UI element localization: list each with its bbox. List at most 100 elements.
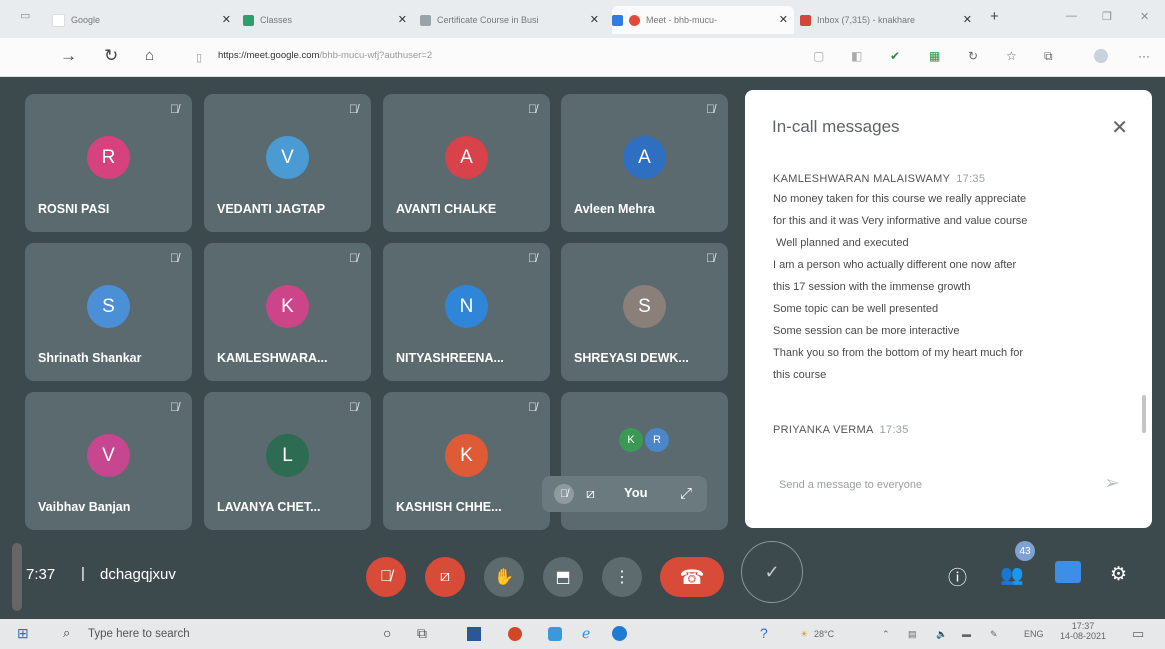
address-bar[interactable]: https://meet.google.com/bhb-mucu-wfj?aut… [218, 50, 432, 61]
participant-tile[interactable]: 🎙̸ K KAMLESHWARA... [204, 243, 371, 381]
back-icon[interactable]: → [60, 46, 77, 66]
powerpoint-icon[interactable] [508, 627, 522, 641]
word-icon[interactable] [467, 627, 481, 641]
send-icon[interactable]: ➢ [1104, 472, 1120, 495]
participant-tile[interactable]: 🎙̸ S Shrinath Shankar [25, 243, 192, 381]
task-view-icon[interactable]: ⧉ [417, 625, 427, 642]
close-tab-icon[interactable]: ✕ [398, 13, 407, 26]
raise-hand-button[interactable]: ✋ [484, 557, 524, 597]
more-menu-icon[interactable]: ··· [1138, 49, 1150, 63]
tab-certificate-course[interactable]: Certificate Course in Busi ✕ [420, 6, 605, 34]
participant-name: Shrinath Shankar [38, 351, 142, 365]
message-line: Some topic can be well presented [773, 303, 939, 315]
participant-name: SHREYASI DEWK... [574, 351, 689, 365]
mic-toggle-button[interactable]: 🎙̸ [366, 557, 406, 597]
message-line: this 17 session with the immense growth [773, 281, 971, 293]
taskbar-search-input[interactable]: Type here to search [88, 628, 190, 640]
new-tab-button[interactable]: + [990, 8, 999, 25]
avatar: A [445, 136, 488, 179]
expand-icon[interactable]: ⤢ [680, 485, 692, 502]
more-options-button[interactable]: ⋮ [602, 557, 642, 597]
meet-favicon-icon [612, 14, 623, 26]
chat-scrollbar[interactable] [1142, 395, 1146, 433]
recording-dot-icon [629, 14, 640, 26]
participant-tile[interactable]: 🎙̸ V Vaibhav Banjan [25, 392, 192, 530]
tab-classes[interactable]: Classes ✕ [243, 6, 413, 34]
side-handle[interactable] [12, 543, 22, 611]
participant-name: VEDANTI JAGTAP [217, 202, 326, 216]
present-screen-button[interactable]: ⬒ [543, 557, 583, 597]
close-tab-icon[interactable]: ✕ [963, 13, 972, 26]
participant-tile[interactable]: 🎙̸ K KASHISH CHHE... [383, 392, 550, 530]
participant-tile[interactable]: 🎙̸ N NITYASHREENA... [383, 243, 550, 381]
camera-toggle-button[interactable]: ⧄ [425, 557, 465, 597]
self-label: You [624, 485, 648, 500]
tab-meet[interactable]: Meet - bhb-mucu- ✕ [612, 6, 794, 34]
mic-indicator-icon[interactable]: ◧ [851, 49, 862, 63]
profile-avatar[interactable] [1094, 49, 1108, 63]
participant-tile[interactable]: 🎙̸ R ROSNI PASI [25, 94, 192, 232]
camera-off-icon: ⧄ [439, 568, 451, 585]
tab-inbox[interactable]: Inbox (7,315) - knakhare ✕ [800, 6, 978, 34]
edge-icon[interactable] [612, 626, 627, 641]
participant-tile[interactable]: 🎙̸ A AVANTI CHALKE [383, 94, 550, 232]
participant-tile[interactable]: 🎙̸ S SHREYASI DEWK... [561, 243, 728, 381]
mic-off-icon: 🎙̸ [528, 251, 537, 265]
notifications-icon[interactable]: ▭ [1132, 626, 1144, 642]
network-icon[interactable]: ▤ [908, 629, 917, 640]
chat-message-input[interactable]: Send a message to everyone [779, 479, 922, 491]
app-icon[interactable] [548, 627, 562, 641]
participant-tile[interactable]: 🎙̸ V VEDANTI JAGTAP [204, 94, 371, 232]
collections-icon[interactable]: ⧉ [1044, 49, 1053, 64]
tab-google[interactable]: Google ✕ [52, 6, 237, 34]
windows-taskbar: ⊞ ⌕ Type here to search ○ ⧉ ℯ ? ☀ 28°C ⌃… [0, 619, 1165, 649]
meeting-info-icon[interactable]: ⓘ [948, 563, 967, 590]
cortana-icon[interactable]: ○ [383, 625, 391, 641]
volume-icon[interactable]: 🔈 [936, 629, 947, 640]
search-icon[interactable]: ⌕ [63, 625, 70, 641]
close-tab-icon[interactable]: ✕ [590, 13, 599, 26]
mic-off-icon: 🎙̸ [349, 251, 358, 265]
participant-tile[interactable]: 🎙̸ L LAVANYA CHET... [204, 392, 371, 530]
captions-button[interactable]: ✓ [741, 541, 803, 603]
chat-icon[interactable] [1055, 561, 1081, 583]
minimize-icon[interactable]: — [1066, 10, 1077, 22]
refresh-extension-icon[interactable]: ↻ [968, 49, 978, 63]
mini-avatar: K [619, 428, 643, 452]
windows-start-icon[interactable]: ⊞ [17, 625, 29, 642]
meeting-time: 7:37 [26, 566, 56, 583]
tray-chevron-icon[interactable]: ⌃ [882, 629, 890, 640]
activities-icon[interactable]: ⚙ [1110, 563, 1127, 586]
camera-off-icon[interactable]: ⧄ [586, 485, 595, 502]
language-indicator[interactable]: ENG [1024, 629, 1044, 639]
tab-actions-icon[interactable]: ▭ [20, 9, 30, 22]
temperature[interactable]: 28°C [814, 629, 834, 639]
message-line: Well planned and executed [773, 237, 909, 249]
mic-off-icon[interactable]: 🎙̸ [554, 484, 574, 504]
close-icon[interactable]: ✕ [1111, 115, 1128, 140]
avatar: S [87, 285, 130, 328]
close-tab-icon[interactable]: ✕ [222, 13, 231, 26]
close-window-icon[interactable]: ✕ [1140, 10, 1149, 23]
hang-up-icon: ☎ [679, 566, 705, 589]
checkmark-extension-icon[interactable]: ✔ [890, 49, 900, 63]
reload-icon[interactable]: ↻ [104, 46, 118, 66]
internet-explorer-icon[interactable]: ℯ [582, 625, 590, 642]
close-tab-icon[interactable]: ✕ [779, 13, 788, 26]
people-icon[interactable]: 👥 [1000, 563, 1024, 587]
chat-title: In-call messages [772, 117, 900, 136]
pen-icon[interactable]: ✎ [990, 629, 998, 640]
leave-call-button[interactable]: ☎ [660, 557, 724, 597]
system-clock[interactable]: 17:37 14-08-2021 [1060, 621, 1106, 641]
home-icon[interactable]: ⌂ [145, 47, 154, 64]
restore-icon[interactable]: ❐ [1102, 10, 1112, 23]
participant-name: NITYASHREENA... [396, 351, 504, 365]
grid-extension-icon[interactable]: ▦ [929, 49, 940, 63]
mic-off-icon: 🎙̸ [170, 102, 179, 116]
weather-icon[interactable]: ☀ [800, 629, 808, 640]
camera-indicator-icon[interactable]: ▢ [813, 49, 824, 63]
participant-tile[interactable]: 🎙̸ A Avleen Mehra [561, 94, 728, 232]
help-icon[interactable]: ? [760, 625, 768, 641]
battery-icon[interactable]: ▬ [962, 629, 971, 639]
favorites-icon[interactable]: ☆ [1006, 49, 1017, 63]
